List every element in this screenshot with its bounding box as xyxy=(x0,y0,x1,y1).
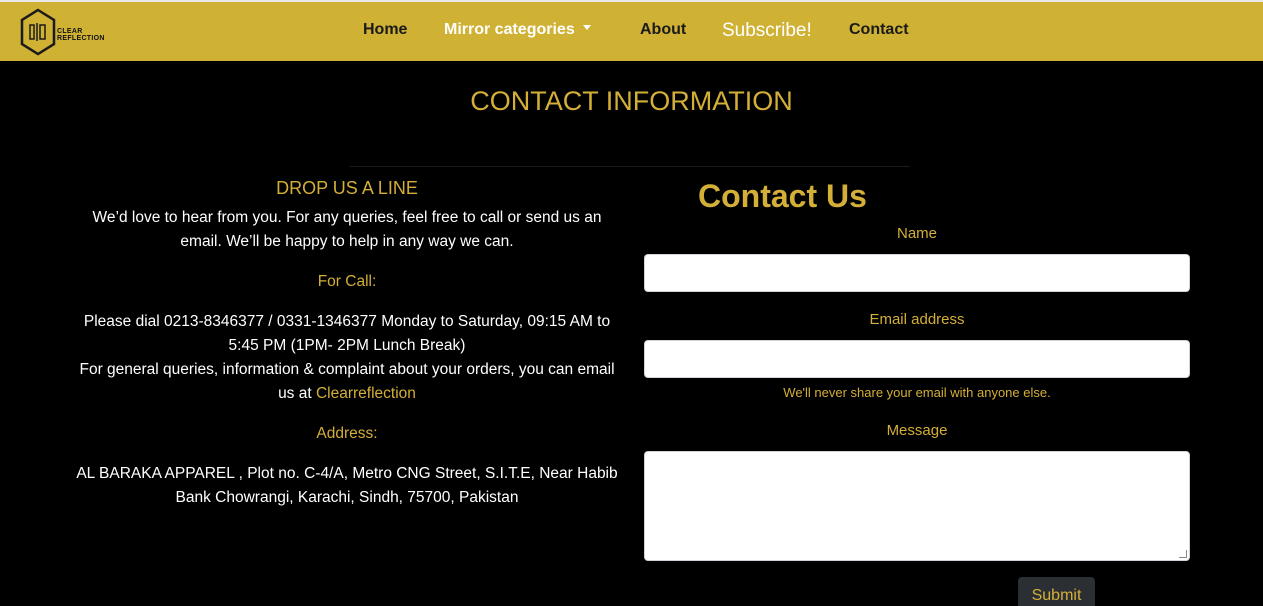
message-label: Message xyxy=(886,422,948,439)
email-input[interactable] xyxy=(644,340,1190,378)
nav-mirror-categories[interactable]: Mirror categories xyxy=(444,21,591,39)
brand-logo[interactable]: CLEAR REFLECTION xyxy=(20,6,120,58)
brand-wordmark-line1: CLEAR xyxy=(57,28,83,35)
nav-about[interactable]: About xyxy=(640,21,686,39)
contact-info-section: DROP US A LINE We’d love to hear from yo… xyxy=(72,176,622,510)
email-link[interactable]: Clearreflection xyxy=(316,385,416,402)
nav-contact[interactable]: Contact xyxy=(849,21,909,39)
brand-wordmark: CLEAR REFLECTION xyxy=(57,28,105,42)
section-divider xyxy=(350,166,910,167)
caret-down-icon xyxy=(582,25,591,31)
address-label: Address: xyxy=(316,425,378,442)
resize-grip-icon[interactable] xyxy=(1179,550,1187,558)
brand-wordmark-line2: REFLECTION xyxy=(57,35,105,42)
page-title: CONTACT INFORMATION xyxy=(470,86,793,116)
nav-home[interactable]: Home xyxy=(363,21,407,39)
call-text: Please dial 0213-8346377 / 0331-1346377 … xyxy=(83,313,611,354)
email-help-text: We'll never share your email with anyone… xyxy=(783,385,1051,400)
submit-button[interactable]: Submit xyxy=(1018,577,1095,606)
info-intro: We’d love to hear from you. For any quer… xyxy=(92,209,602,250)
email-label: Email address xyxy=(869,311,965,328)
email-text-wrapper: For general queries, information & compl… xyxy=(72,358,622,406)
call-label: For Call: xyxy=(317,273,377,290)
message-textarea[interactable] xyxy=(644,451,1190,561)
info-heading: DROP US A LINE xyxy=(276,178,418,198)
navbar: CLEAR REFLECTION Home Mirror categories … xyxy=(0,0,1263,61)
address-text: AL BARAKA APPAREL , Plot no. C-4/A, Metr… xyxy=(76,465,618,506)
name-label: Name xyxy=(896,225,937,242)
name-input[interactable] xyxy=(644,254,1190,292)
hexagon-logo-icon xyxy=(20,8,56,56)
nav-subscribe[interactable]: Subscribe! xyxy=(722,20,812,42)
nav-mirror-categories-label: Mirror categories xyxy=(444,21,575,38)
contact-form-title: Contact Us xyxy=(698,178,867,214)
